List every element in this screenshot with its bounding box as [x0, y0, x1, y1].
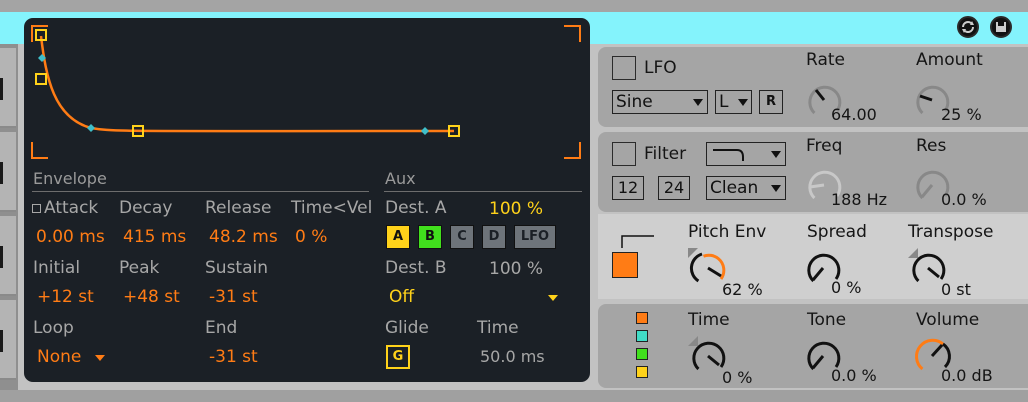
- lfo-amount-label: Amount: [916, 50, 983, 70]
- glide-time-label: Time: [477, 318, 519, 338]
- lfo-rate-label: Rate: [806, 50, 845, 70]
- dest-d-button[interactable]: D: [482, 225, 506, 249]
- envelope-section-title: Envelope: [33, 169, 107, 188]
- lfo-waveform-value: Sine: [616, 92, 653, 112]
- filter-slope-12-button[interactable]: 12: [612, 176, 644, 200]
- lfo-retrigger-button[interactable]: R: [759, 90, 783, 114]
- curve-handle: [421, 127, 429, 135]
- pitch-env-source-icon: [621, 235, 654, 248]
- dest-b-chevron-down-icon[interactable]: [548, 295, 558, 301]
- lowpass-filter-icon: [713, 149, 744, 161]
- peak-label: Peak: [119, 258, 160, 278]
- curve-handle: [87, 124, 95, 132]
- peak-value[interactable]: +48 st: [123, 287, 180, 307]
- dest-b-label: Dest. B: [385, 258, 447, 278]
- pitch-env-value: 62 %: [722, 280, 763, 299]
- lfo-rate-value: 64.00: [831, 105, 877, 124]
- sustain-value[interactable]: -31 st: [209, 287, 258, 307]
- aux-section-title: Aux: [385, 169, 416, 188]
- dest-b-dropdown[interactable]: Off: [389, 287, 414, 307]
- filter-mode-value: Clean: [710, 178, 759, 198]
- dest-a-button[interactable]: A: [386, 225, 410, 249]
- lfo-amount-value: 25 %: [941, 105, 982, 124]
- envelope-graph[interactable]: [24, 18, 590, 168]
- loop-label: Loop: [33, 318, 74, 338]
- attack-link-checkbox[interactable]: [32, 204, 41, 213]
- chevron-down-icon: [771, 185, 781, 192]
- top-strip: [0, 0, 1028, 12]
- spread-value: 0 %: [831, 278, 862, 297]
- sustain-label: Sustain: [205, 258, 269, 278]
- pitch-env-label: Pitch Env: [688, 222, 767, 242]
- time-vel-value[interactable]: 0 %: [295, 227, 327, 247]
- decay-label: Decay: [119, 198, 173, 218]
- release-label: Release: [205, 198, 272, 218]
- dest-c-button[interactable]: C: [450, 225, 474, 249]
- hot-swap-icon: [962, 21, 974, 33]
- transpose-label: Transpose: [908, 222, 994, 242]
- delay-time-label: Time: [688, 310, 730, 330]
- chain-side-panel: [0, 44, 18, 390]
- initial-label: Initial: [33, 258, 81, 278]
- filter-mode-select[interactable]: Clean: [706, 176, 786, 200]
- tone-label: Tone: [807, 310, 847, 330]
- envelope-display: Envelope Aux Attack Decay Release Time<V…: [24, 18, 590, 382]
- decay-value[interactable]: 415 ms: [123, 227, 186, 247]
- dest-lfo-button[interactable]: LFO: [514, 225, 556, 249]
- filter-panel: Filter 12 24 Clean Freq 188 Hz Res 0.0 %: [598, 132, 1028, 212]
- end-value[interactable]: -31 st: [209, 347, 258, 367]
- loop-chevron-down-icon[interactable]: [95, 355, 105, 361]
- bottom-strip: [0, 390, 1028, 402]
- volume-label: Volume: [916, 310, 980, 330]
- glide-time-value[interactable]: 50.0 ms: [480, 347, 545, 366]
- dest-a-label: Dest. A: [385, 198, 447, 218]
- lfo-enable-checkbox[interactable]: [612, 56, 636, 80]
- lfo-channel-select[interactable]: L: [715, 90, 752, 114]
- chevron-down-icon: [771, 151, 781, 158]
- time-vel-label: Time<Vel: [291, 198, 373, 218]
- attack-label: Attack: [44, 198, 99, 218]
- save-preset-button[interactable]: [990, 16, 1012, 38]
- filter-label: Filter: [644, 144, 687, 164]
- delay-time-value: 0 %: [722, 368, 753, 387]
- delay-panel: Time 0 % Tone 0.0 % Volume 0.0 dB: [598, 304, 1028, 388]
- filter-freq-label: Freq: [806, 136, 843, 156]
- filter-enable-checkbox[interactable]: [612, 142, 636, 166]
- lfo-waveform-select[interactable]: Sine: [612, 90, 708, 114]
- initial-value[interactable]: +12 st: [37, 287, 94, 307]
- attack-value[interactable]: 0.00 ms: [36, 227, 105, 247]
- initial-point-handle: [35, 73, 47, 85]
- chevron-down-icon: [693, 99, 703, 106]
- dest-a-amount[interactable]: 100 %: [489, 199, 543, 219]
- tone-value: 0.0 %: [831, 366, 877, 385]
- loop-dropdown[interactable]: None: [37, 347, 81, 367]
- spread-label: Spread: [807, 222, 867, 242]
- color-swatch-yellow[interactable]: [636, 366, 648, 378]
- volume-value: 0.0 dB: [941, 366, 993, 385]
- lfo-panel: LFO Sine L R Rate 64.00 Amount 25 %: [598, 47, 1028, 127]
- transpose-value: 0 st: [941, 280, 971, 299]
- filter-freq-value: 188 Hz: [831, 190, 888, 209]
- filter-type-select[interactable]: [706, 142, 786, 166]
- release-value[interactable]: 48.2 ms: [209, 227, 278, 247]
- pitch-env-toggle[interactable]: [612, 252, 638, 278]
- dest-b-button[interactable]: B: [418, 225, 442, 249]
- filter-slope-24-button[interactable]: 24: [658, 176, 690, 200]
- dest-b-amount[interactable]: 100 %: [489, 259, 543, 279]
- color-swatch-green[interactable]: [636, 348, 648, 360]
- lfo-channel-value: L: [719, 92, 729, 112]
- filter-res-value: 0.0 %: [941, 190, 987, 209]
- chevron-down-icon: [738, 99, 748, 106]
- glide-label: Glide: [385, 318, 429, 338]
- end-label: End: [205, 318, 238, 338]
- save-icon: [996, 22, 1006, 32]
- lfo-label: LFO: [644, 58, 677, 78]
- color-swatch-orange[interactable]: [636, 312, 648, 324]
- glide-toggle[interactable]: G: [386, 345, 410, 369]
- hot-swap-button[interactable]: [957, 16, 979, 38]
- filter-res-label: Res: [916, 136, 947, 156]
- color-swatch-cyan[interactable]: [636, 330, 648, 342]
- pitch-panel: Pitch Env 62 % Spread 0 % Transpose 0 st: [598, 214, 1028, 299]
